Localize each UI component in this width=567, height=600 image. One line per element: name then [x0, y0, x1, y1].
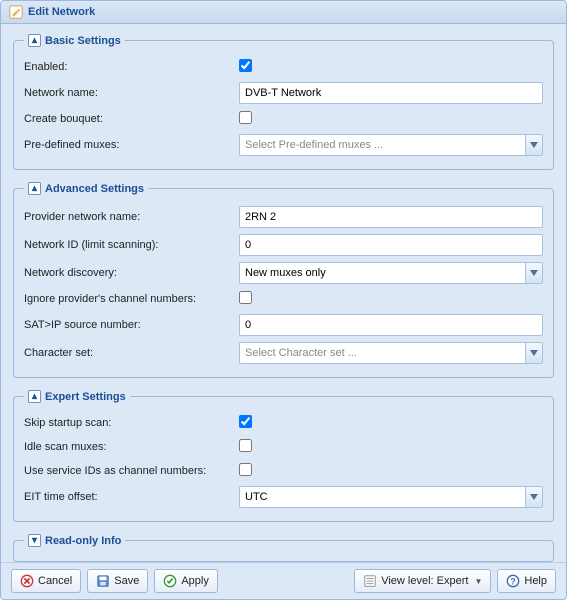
skip-scan-checkbox[interactable] [239, 415, 252, 428]
use-service-ids-label: Use service IDs as channel numbers: [24, 465, 239, 477]
use-service-ids-checkbox[interactable] [239, 463, 252, 476]
edit-network-window: Edit Network ▴ Basic Settings Enabled: N… [0, 0, 567, 600]
network-name-row: Network name: [24, 79, 543, 107]
advanced-settings-fieldset: ▴ Advanced Settings Provider network nam… [13, 182, 554, 378]
create-bouquet-checkbox[interactable] [239, 111, 252, 124]
save-icon [96, 574, 110, 588]
ignore-numbers-checkbox[interactable] [239, 291, 252, 304]
collapse-toggle[interactable]: ▾ [28, 534, 41, 547]
readonly-info-fieldset: ▾ Read-only Info [13, 534, 554, 562]
predefined-muxes-input[interactable] [239, 134, 525, 156]
chevron-down-icon: ▼ [474, 577, 482, 586]
titlebar: Edit Network [1, 1, 566, 24]
network-name-label: Network name: [24, 87, 239, 99]
skip-scan-label: Skip startup scan: [24, 417, 239, 429]
satip-label: SAT>IP source number: [24, 319, 239, 331]
window-title: Edit Network [28, 6, 95, 18]
cancel-icon [20, 574, 34, 588]
legend-label: Advanced Settings [45, 183, 144, 195]
legend-label: Expert Settings [45, 391, 126, 403]
enabled-row: Enabled: [24, 55, 543, 79]
network-discovery-input[interactable] [239, 262, 525, 284]
collapse-toggle[interactable]: ▴ [28, 34, 41, 47]
network-name-input[interactable] [239, 82, 543, 104]
svg-text:?: ? [511, 577, 516, 587]
save-button[interactable]: Save [87, 569, 148, 593]
legend-label: Basic Settings [45, 35, 121, 47]
charset-input[interactable] [239, 342, 525, 364]
advanced-settings-legend: ▴ Advanced Settings [24, 182, 148, 195]
idle-scan-label: Idle scan muxes: [24, 441, 239, 453]
button-bar: Cancel Save Apply View level: Expert ▼ ? [1, 562, 566, 599]
charset-combo[interactable] [239, 342, 543, 364]
predefined-muxes-combo[interactable] [239, 134, 543, 156]
basic-settings-legend: ▴ Basic Settings [24, 34, 125, 47]
provider-name-input[interactable] [239, 206, 543, 228]
help-icon: ? [506, 574, 520, 588]
legend-label: Read-only Info [45, 535, 121, 547]
network-discovery-combo[interactable] [239, 262, 543, 284]
expert-settings-fieldset: ▴ Expert Settings Skip startup scan: Idl… [13, 390, 554, 522]
ignore-numbers-label: Ignore provider's channel numbers: [24, 293, 239, 305]
eit-offset-label: EIT time offset: [24, 491, 239, 503]
view-level-icon [363, 574, 377, 588]
create-bouquet-row: Create bouquet: [24, 107, 543, 131]
form-body: ▴ Basic Settings Enabled: Network name: … [1, 24, 566, 562]
apply-icon [163, 574, 177, 588]
cancel-button[interactable]: Cancel [11, 569, 81, 593]
basic-settings-fieldset: ▴ Basic Settings Enabled: Network name: … [13, 34, 554, 170]
view-level-button[interactable]: View level: Expert ▼ [354, 569, 491, 593]
chevron-down-icon[interactable] [525, 486, 543, 508]
edit-icon [9, 5, 23, 19]
enabled-label: Enabled: [24, 61, 239, 73]
predefined-muxes-label: Pre-defined muxes: [24, 139, 239, 151]
apply-button[interactable]: Apply [154, 569, 218, 593]
charset-label: Character set: [24, 347, 239, 359]
predefined-muxes-row: Pre-defined muxes: [24, 131, 543, 159]
chevron-down-icon[interactable] [525, 342, 543, 364]
expert-settings-legend: ▴ Expert Settings [24, 390, 130, 403]
provider-name-label: Provider network name: [24, 211, 239, 223]
collapse-toggle[interactable]: ▴ [28, 182, 41, 195]
idle-scan-checkbox[interactable] [239, 439, 252, 452]
enabled-checkbox[interactable] [239, 59, 252, 72]
network-id-label: Network ID (limit scanning): [24, 239, 239, 251]
satip-input[interactable] [239, 314, 543, 336]
create-bouquet-label: Create bouquet: [24, 113, 239, 125]
network-id-input[interactable] [239, 234, 543, 256]
eit-offset-input[interactable] [239, 486, 525, 508]
collapse-toggle[interactable]: ▴ [28, 390, 41, 403]
help-button[interactable]: ? Help [497, 569, 556, 593]
network-discovery-label: Network discovery: [24, 267, 239, 279]
chevron-down-icon[interactable] [525, 134, 543, 156]
eit-offset-combo[interactable] [239, 486, 543, 508]
readonly-info-legend: ▾ Read-only Info [24, 534, 125, 547]
chevron-down-icon[interactable] [525, 262, 543, 284]
